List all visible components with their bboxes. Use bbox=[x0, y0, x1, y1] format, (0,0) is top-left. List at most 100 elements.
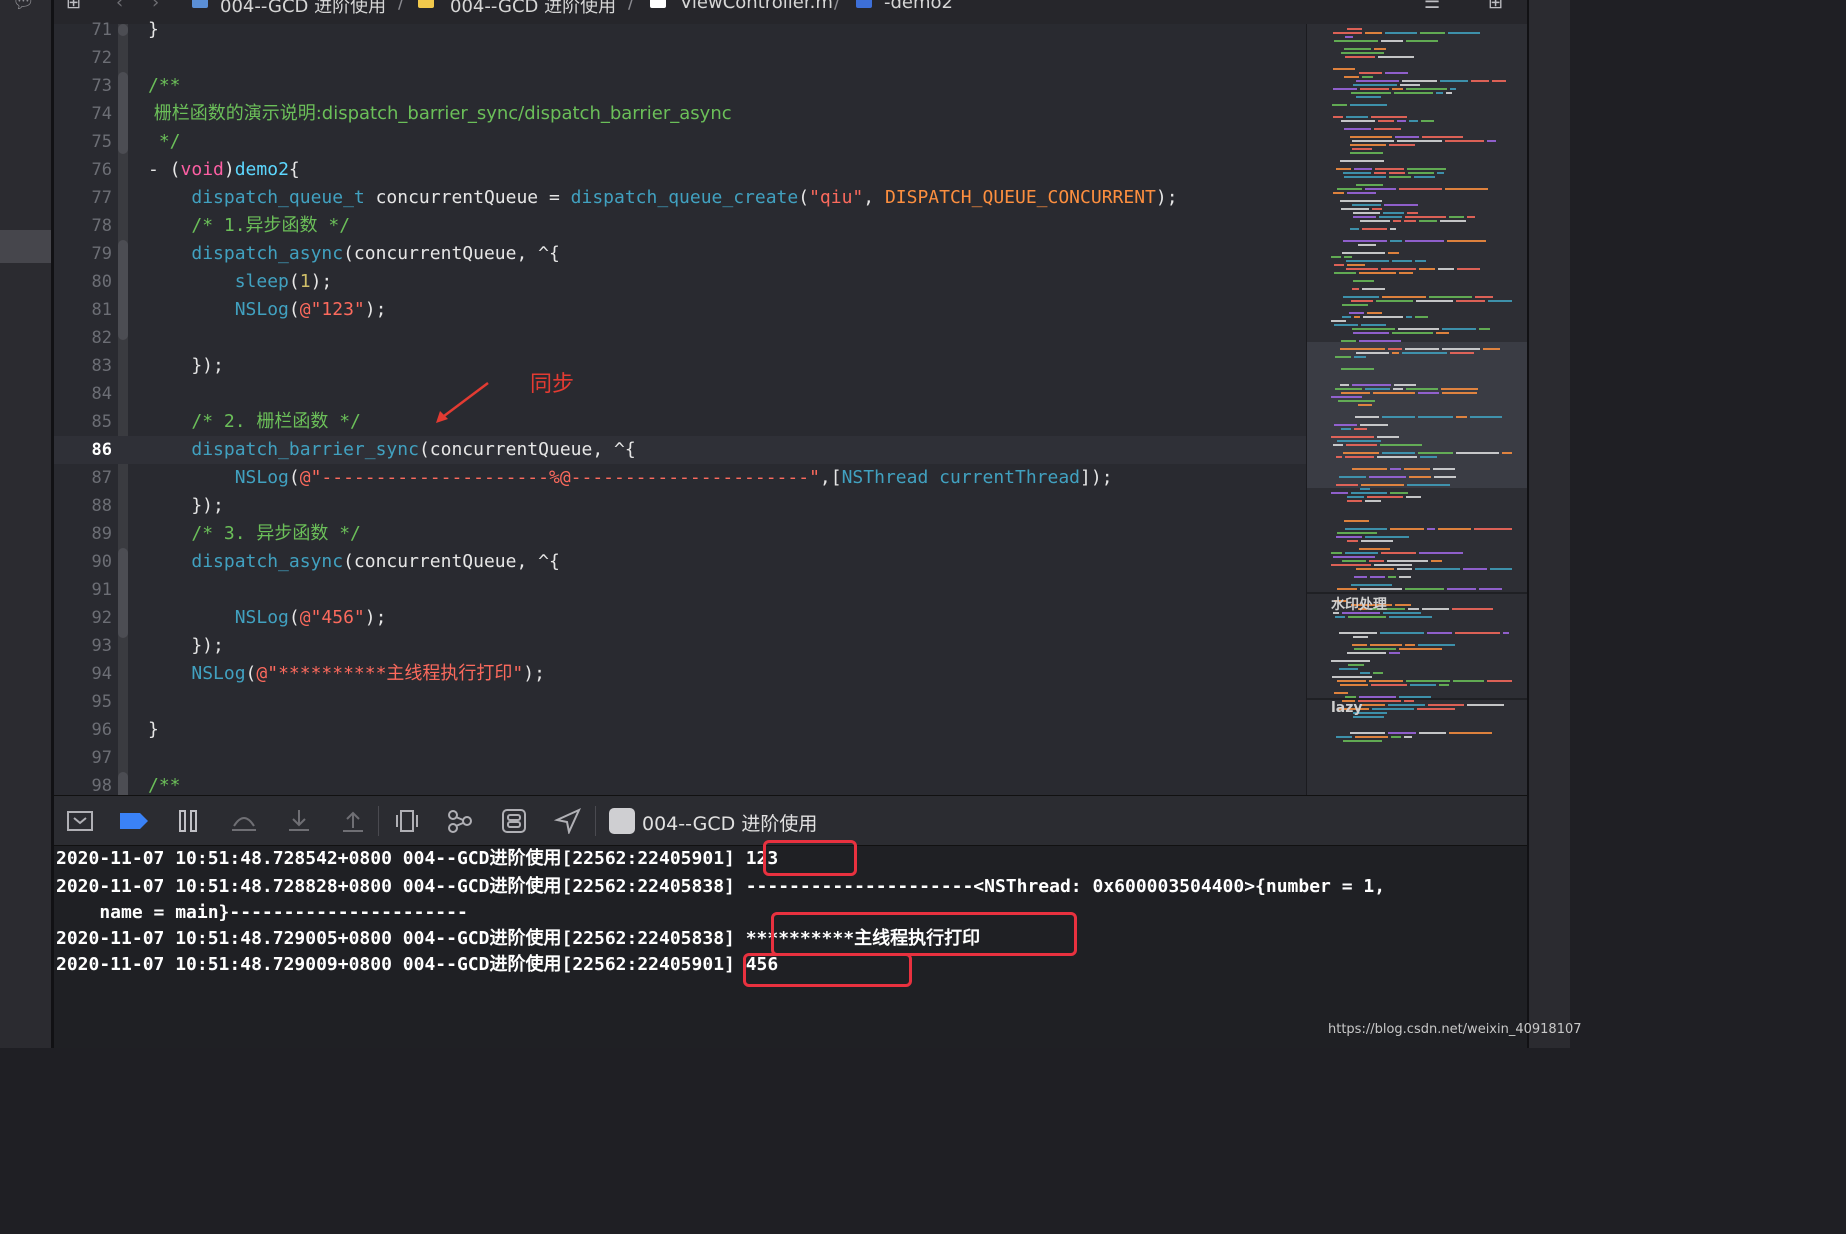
minimap-code-mark bbox=[1394, 384, 1416, 386]
line-number[interactable]: 72 bbox=[54, 44, 112, 72]
line-number[interactable]: 90 bbox=[54, 548, 112, 576]
line-number[interactable]: 74 bbox=[54, 100, 112, 128]
code-fold-ribbon[interactable] bbox=[118, 548, 128, 638]
code-line[interactable]: 72 bbox=[54, 44, 1306, 72]
step-into-icon[interactable] bbox=[286, 808, 312, 834]
debug-view-hierarchy-icon[interactable] bbox=[394, 808, 420, 834]
line-number[interactable]: 84 bbox=[54, 380, 112, 408]
code-line[interactable]: 80 sleep(1); bbox=[54, 268, 1306, 296]
minimap-code-mark bbox=[1333, 88, 1357, 90]
minimap-code-mark bbox=[1439, 684, 1449, 686]
debug-console[interactable]: 2020-11-07 10:51:48.728542+0800 004--GCD… bbox=[54, 840, 1527, 1048]
line-number[interactable]: 82 bbox=[54, 324, 112, 352]
process-name[interactable]: 004--GCD 进阶使用 bbox=[642, 809, 817, 836]
code-line[interactable]: 78 /* 1.异步函数 */ bbox=[54, 212, 1306, 240]
breadcrumb-file[interactable]: ViewController.m bbox=[680, 0, 833, 13]
minimap-code-mark bbox=[1405, 240, 1444, 242]
code-line[interactable]: 92 NSLog(@"456"); bbox=[54, 604, 1306, 632]
line-number[interactable]: 92 bbox=[54, 604, 112, 632]
line-number[interactable]: 88 bbox=[54, 492, 112, 520]
editor-options-icon[interactable]: ☰ bbox=[1424, 0, 1440, 13]
line-number[interactable]: 89 bbox=[54, 520, 112, 548]
code-text: dispatch_barrier_sync(concurrentQueue, ^… bbox=[148, 436, 635, 464]
code-line[interactable]: 96} bbox=[54, 716, 1306, 744]
minimap-code-mark bbox=[1351, 492, 1387, 494]
code-line[interactable]: 84 bbox=[54, 380, 1306, 408]
line-number[interactable]: 95 bbox=[54, 688, 112, 716]
code-token: concurrentQueue = bbox=[364, 187, 571, 208]
code-line[interactable]: 89 /* 3. 异步函数 */ bbox=[54, 520, 1306, 548]
code-line[interactable]: 94 NSLog(@"**********主线程执行打印"); bbox=[54, 660, 1306, 688]
line-number[interactable]: 81 bbox=[54, 296, 112, 324]
code-line[interactable]: 93 }); bbox=[54, 632, 1306, 660]
line-number[interactable]: 71 bbox=[54, 16, 112, 44]
line-number[interactable]: 77 bbox=[54, 184, 112, 212]
code-line[interactable]: 81 NSLog(@"123"); bbox=[54, 296, 1306, 324]
environment-overrides-icon[interactable] bbox=[500, 808, 528, 834]
minimap-code-mark bbox=[1341, 368, 1374, 370]
code-line[interactable]: 91 bbox=[54, 576, 1306, 604]
minimap-code-mark bbox=[1360, 220, 1390, 222]
code-line[interactable]: 75 */ bbox=[54, 128, 1306, 156]
minimap-code-mark bbox=[1365, 388, 1390, 390]
line-number[interactable]: 80 bbox=[54, 268, 112, 296]
code-line[interactable]: 71} bbox=[54, 16, 1306, 44]
hide-debug-area-icon[interactable] bbox=[66, 808, 94, 834]
grid-icon[interactable]: ⊞ bbox=[66, 0, 81, 13]
line-number[interactable]: 78 bbox=[54, 212, 112, 240]
line-number[interactable]: 85 bbox=[54, 408, 112, 436]
code-line[interactable]: 86 dispatch_barrier_sync(concurrentQueue… bbox=[54, 436, 1306, 464]
minimap-code-mark bbox=[1382, 416, 1415, 418]
line-number[interactable]: 93 bbox=[54, 632, 112, 660]
minimap[interactable]: 水印处理 lazy bbox=[1306, 24, 1528, 795]
line-number[interactable]: 94 bbox=[54, 660, 112, 688]
code-line[interactable]: 85 /* 2. 栅栏函数 */ bbox=[54, 408, 1306, 436]
code-fold-ribbon[interactable] bbox=[118, 240, 128, 340]
minimap-code-mark bbox=[1438, 528, 1471, 530]
chat-bubble-icon[interactable]: 💬︎ bbox=[12, 0, 35, 13]
line-number[interactable]: 73 bbox=[54, 72, 112, 100]
code-line[interactable]: 90 dispatch_async(concurrentQueue, ^{ bbox=[54, 548, 1306, 576]
code-fold-ribbon[interactable] bbox=[118, 24, 128, 36]
line-number[interactable]: 91 bbox=[54, 576, 112, 604]
code-line[interactable]: 95 bbox=[54, 688, 1306, 716]
minimap-code-mark bbox=[1376, 300, 1413, 302]
step-over-icon[interactable] bbox=[230, 808, 258, 834]
code-line[interactable]: 87 NSLog(@"---------------------%@------… bbox=[54, 464, 1306, 492]
line-number[interactable]: 96 bbox=[54, 716, 112, 744]
line-number[interactable]: 83 bbox=[54, 352, 112, 380]
add-editor-icon[interactable]: ⊞ bbox=[1488, 0, 1503, 13]
minimap-code-mark bbox=[1355, 736, 1388, 738]
line-number[interactable]: 79 bbox=[54, 240, 112, 268]
code-token: NSLog bbox=[234, 299, 289, 320]
code-editor[interactable]: 71} 72 73/** 74 栅栏函数的演示说明:dispatch_barrier_… bbox=[54, 19, 1306, 802]
code-line[interactable]: 74 栅栏函数的演示说明:dispatch_barrier_sync/dispa… bbox=[54, 100, 1306, 128]
step-out-icon[interactable] bbox=[340, 808, 366, 834]
code-line[interactable]: 77 dispatch_queue_t concurrentQueue = di… bbox=[54, 184, 1306, 212]
code-line[interactable]: 82 bbox=[54, 324, 1306, 352]
code-fold-ribbon[interactable] bbox=[118, 72, 128, 154]
breadcrumb-method[interactable]: -demo2 bbox=[884, 0, 953, 13]
simulate-location-icon[interactable] bbox=[554, 808, 582, 834]
line-number[interactable]: 86 bbox=[54, 436, 112, 464]
minimap-code-mark bbox=[1398, 328, 1439, 330]
line-number[interactable]: 75 bbox=[54, 128, 112, 156]
code-line[interactable]: 76 - (void)demo2{ bbox=[54, 156, 1306, 184]
code-line[interactable]: 73 /** bbox=[54, 72, 1306, 100]
code-line[interactable]: 83 }); bbox=[54, 352, 1306, 380]
line-number[interactable]: 76 bbox=[54, 156, 112, 184]
code-token: ( bbox=[288, 299, 300, 320]
breakpoints-toggle-icon[interactable] bbox=[118, 808, 150, 834]
pause-icon[interactable] bbox=[176, 808, 202, 834]
memory-graph-icon[interactable] bbox=[446, 808, 474, 834]
line-number[interactable]: 97 bbox=[54, 744, 112, 772]
sidebar-selection[interactable] bbox=[0, 230, 51, 263]
code-line[interactable]: 79 dispatch_async(concurrentQueue, ^{ bbox=[54, 240, 1306, 268]
code-line[interactable]: 97 bbox=[54, 744, 1306, 772]
code-text: 栅栏函数的演示说明:dispatch_barrier_sync/dispatch… bbox=[148, 100, 732, 128]
line-number[interactable]: 87 bbox=[54, 464, 112, 492]
back-icon[interactable]: ‹ bbox=[116, 0, 123, 13]
minimap-code-mark bbox=[1452, 608, 1493, 610]
code-line[interactable]: 88 }); bbox=[54, 492, 1306, 520]
forward-icon[interactable]: › bbox=[152, 0, 159, 13]
